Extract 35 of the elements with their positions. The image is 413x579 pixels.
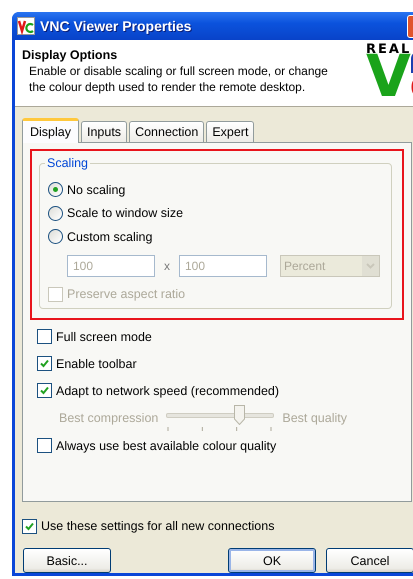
section-description: Enable or disable scaling or full screen mode, or change the colour depth used to render the remote desktop. xyxy=(28,63,329,95)
slider-max-label: Best quality xyxy=(282,411,347,425)
tab[interactable]: Connection xyxy=(129,121,204,142)
tab[interactable]: Expert xyxy=(206,121,254,142)
checkbox[interactable] xyxy=(37,383,52,398)
checkbox[interactable] xyxy=(37,329,52,344)
caret-icon xyxy=(366,262,375,268)
dialog-button[interactable]: Basic... xyxy=(23,548,111,573)
window-title: VNC Viewer Properties xyxy=(40,18,192,34)
check-icon xyxy=(40,359,49,368)
times-sign: x xyxy=(164,258,170,272)
checkbox-label[interactable]: Always use best available colour quality xyxy=(56,438,276,452)
radio-label[interactable]: Custom scaling xyxy=(67,230,152,244)
group-title: Scaling xyxy=(45,156,90,170)
check-icon xyxy=(25,522,34,530)
slider-min-label: Best compression xyxy=(59,411,158,425)
radio-label[interactable]: No scaling xyxy=(67,182,126,197)
radio-button[interactable] xyxy=(48,182,63,198)
dialog-button[interactable]: Cancel xyxy=(326,548,413,573)
check-icon xyxy=(40,386,49,395)
checkbox[interactable] xyxy=(22,518,37,534)
section-title: Display Options xyxy=(22,48,118,62)
checkbox-label[interactable]: Adapt to network speed (recommended) xyxy=(56,384,280,398)
radio-button[interactable] xyxy=(48,229,63,244)
checkbox[interactable] xyxy=(37,356,52,371)
radio-button[interactable] xyxy=(48,206,63,221)
tab[interactable]: Inputs xyxy=(81,121,128,142)
tab[interactable]: Display xyxy=(22,118,79,143)
checkbox-label[interactable]: Full screen mode xyxy=(56,330,152,344)
checkbox-label[interactable]: Enable toolbar xyxy=(56,356,137,370)
dialog-button[interactable]: OK xyxy=(228,548,316,573)
checkbox-label[interactable]: Use these settings for all new connections xyxy=(41,519,274,533)
checkbox[interactable] xyxy=(37,438,52,453)
app-icon xyxy=(17,17,35,35)
radio-label[interactable]: Scale to window size xyxy=(67,206,184,220)
